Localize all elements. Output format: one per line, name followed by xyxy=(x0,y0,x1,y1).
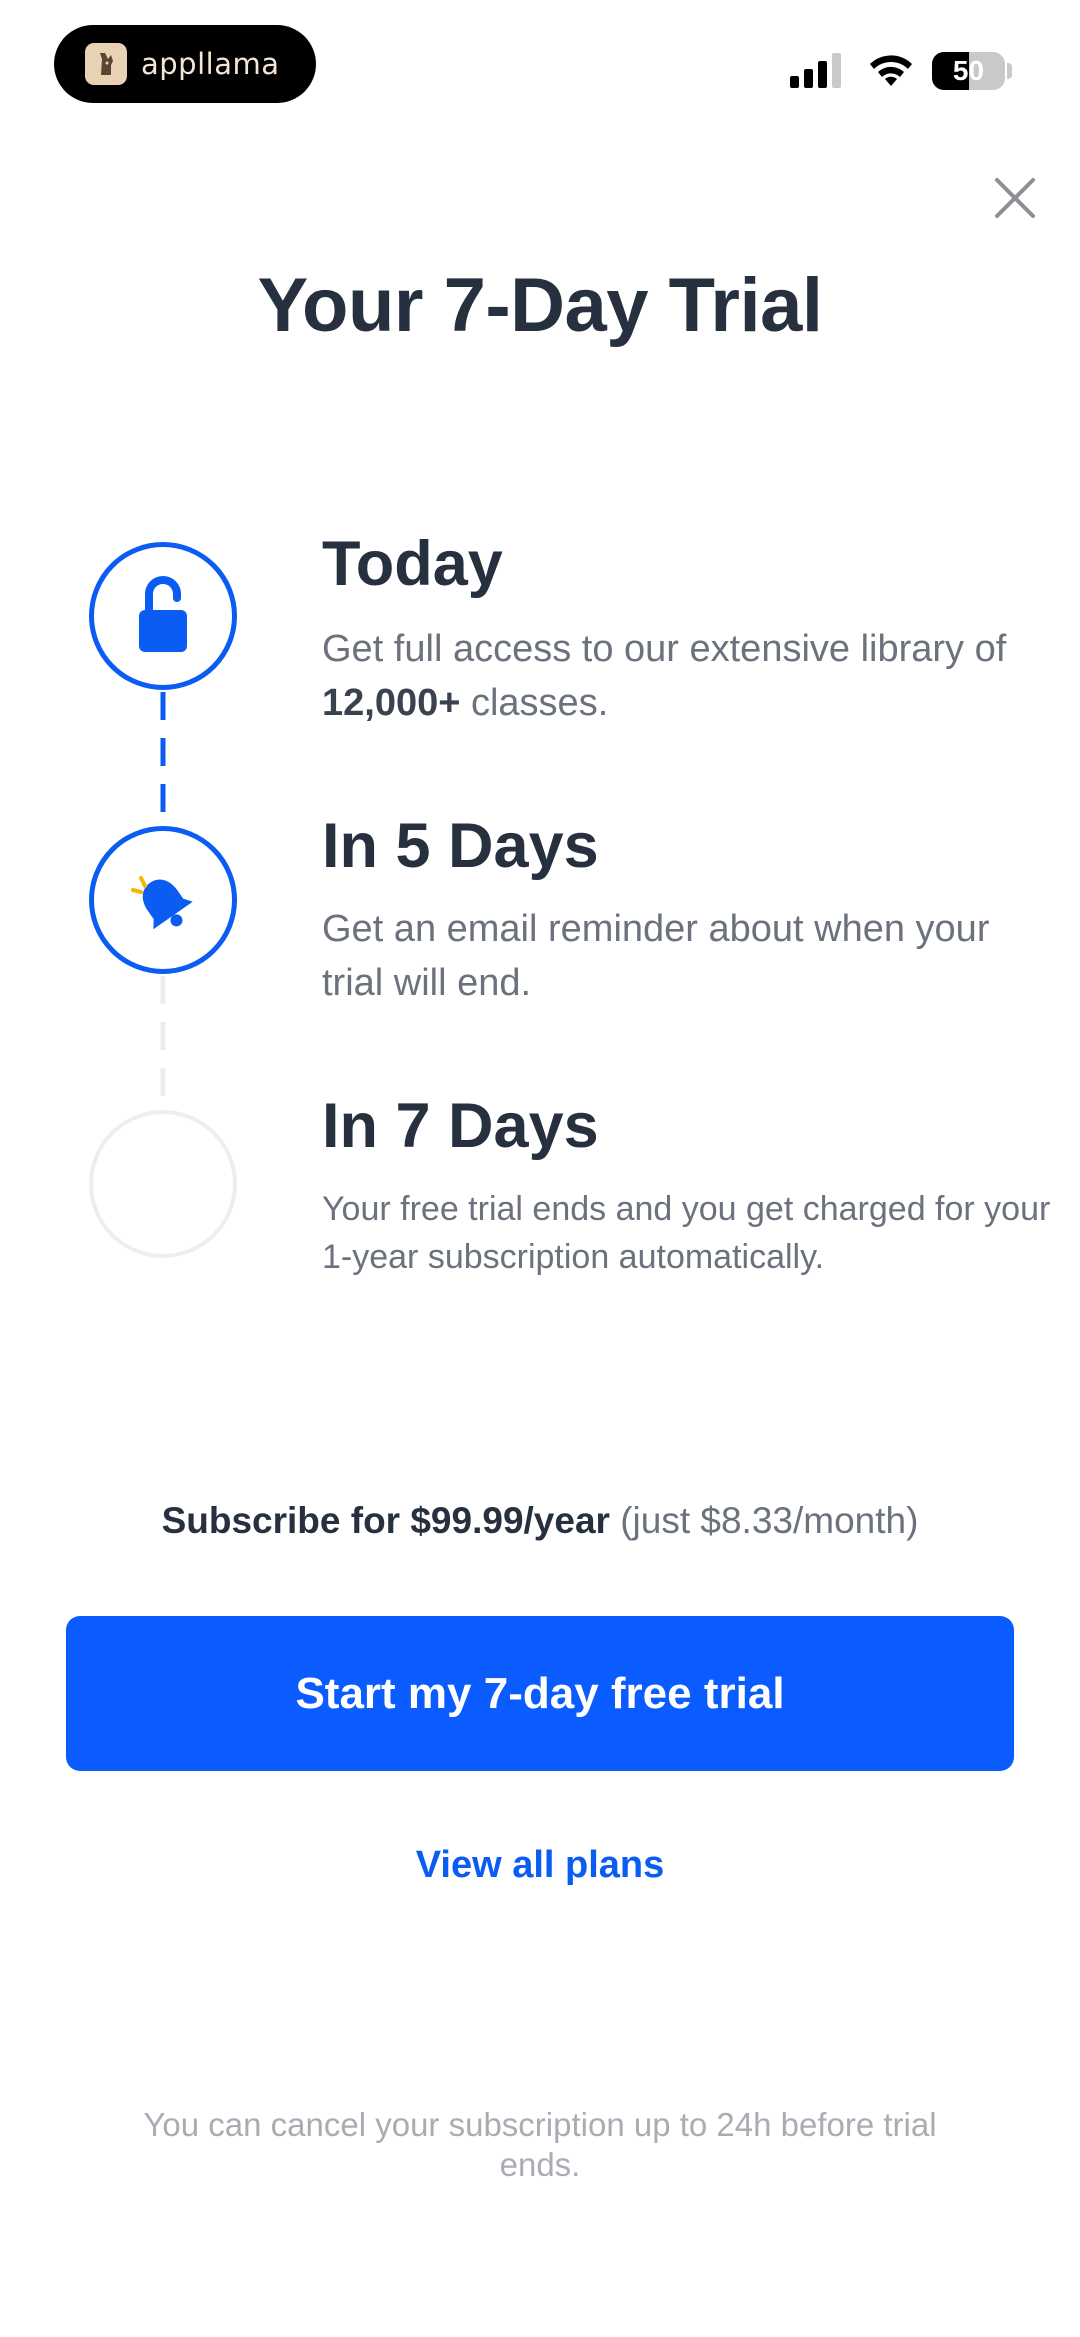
timeline-connector-active xyxy=(160,692,166,828)
price-yearly: Subscribe for $99.99/year xyxy=(161,1500,610,1541)
cellular-signal-icon xyxy=(790,52,846,93)
page-title: Your 7-Day Trial xyxy=(257,263,823,348)
step-7-days-description: Your free trial ends and you get charged… xyxy=(322,1190,1051,1276)
step-today-title: Today xyxy=(322,529,503,599)
step-today-desc-highlight: 12,000+ xyxy=(322,682,461,724)
step-today-circle xyxy=(89,542,237,690)
step-7-days-circle xyxy=(89,1110,237,1258)
subscription-price: Subscribe for $99.99/year (just $8.33/mo… xyxy=(0,1500,1080,1542)
view-all-plans-link[interactable]: View all plans xyxy=(0,1844,1080,1887)
app-name-pill: appllama xyxy=(54,25,316,103)
battery-icon: 50 xyxy=(932,52,1005,90)
bell-icon xyxy=(131,876,193,930)
close-button[interactable] xyxy=(985,168,1045,228)
step-7-days-title: In 7 Days xyxy=(322,1091,599,1161)
step-today-description: Get full access to our extensive library… xyxy=(322,622,1022,730)
step-5-days-title: In 5 Days xyxy=(322,811,599,881)
battery-percent: 50 xyxy=(952,55,985,86)
wifi-icon xyxy=(866,52,916,93)
app-logo-icon xyxy=(85,43,127,85)
start-free-trial-button[interactable]: Start my 7-day free trial xyxy=(66,1616,1014,1771)
step-today-desc-text: Get full access to our extensive library… xyxy=(322,628,1007,670)
price-monthly: (just $8.33/month) xyxy=(609,1500,919,1541)
step-5-days-circle xyxy=(89,826,237,974)
cancellation-note: You can cancel your subscription up to 2… xyxy=(143,2106,937,2183)
timeline-connector-inactive xyxy=(160,976,166,1112)
step-5-days-description: Get an email reminder about when your tr… xyxy=(322,908,990,1004)
battery-nub xyxy=(1007,63,1012,79)
step-today-desc-text-end: classes. xyxy=(460,682,609,724)
unlock-icon xyxy=(139,576,187,652)
app-name-label: appllama xyxy=(141,47,280,81)
close-icon xyxy=(995,178,1035,218)
